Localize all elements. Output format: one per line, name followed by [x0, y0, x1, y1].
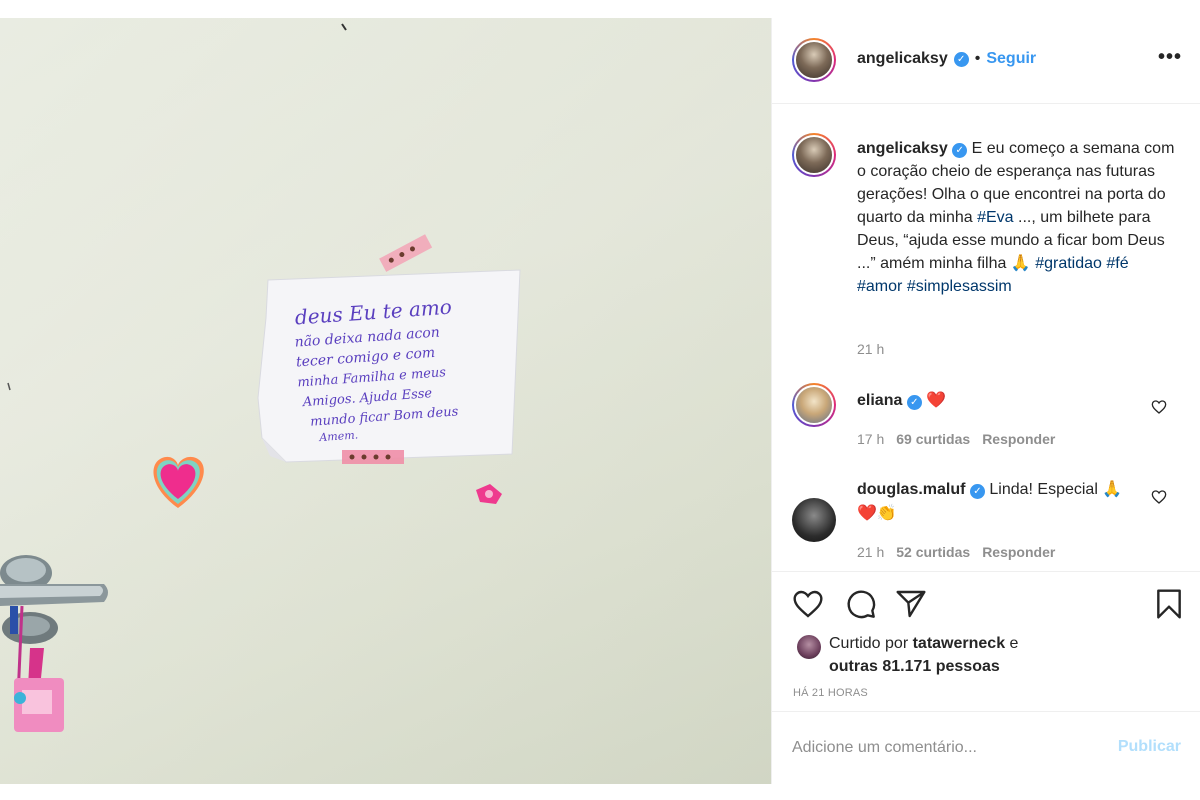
bookmark-icon[interactable]: [1153, 588, 1185, 620]
post-header: angelicaksy ✓ • Seguir •••: [772, 18, 1200, 104]
author-username[interactable]: angelicaksy: [857, 50, 948, 68]
liked-by-suffix: e: [1005, 635, 1019, 652]
liked-by-user[interactable]: tatawerneck: [913, 635, 1006, 652]
comment-username[interactable]: douglas.maluf: [857, 481, 965, 498]
tape-bottom: [342, 450, 404, 464]
comment-time: 21 h: [857, 544, 885, 560]
comments-section: angelicaksy ✓ E eu começo a semana com o…: [772, 105, 1200, 571]
hashtag-simplesassim[interactable]: #simplesassim: [907, 278, 1012, 295]
comment-username[interactable]: eliana: [857, 392, 902, 409]
reply-button[interactable]: Responder: [982, 431, 1055, 447]
comment-bubble-icon[interactable]: [845, 588, 877, 620]
post-caption: angelicaksy ✓ E eu começo a semana com o…: [857, 137, 1177, 298]
comment-like-icon[interactable]: [1151, 399, 1167, 415]
comment-likes[interactable]: 69 curtidas: [896, 431, 970, 447]
hashtag-amor[interactable]: #amor: [857, 278, 902, 295]
caption-time: 21 h: [857, 341, 885, 357]
comment-like-icon[interactable]: [1151, 489, 1167, 505]
commenter-avatar[interactable]: [792, 383, 836, 427]
caption-username[interactable]: angelicaksy: [857, 140, 948, 157]
note-line: Amem.: [318, 428, 359, 444]
share-paper-plane-icon[interactable]: [895, 588, 927, 620]
comment-meta: 17 h 69 curtidas Responder: [857, 431, 1055, 447]
follow-button[interactable]: Seguir: [986, 50, 1036, 68]
hashtag-eva[interactable]: #Eva: [977, 209, 1013, 226]
publish-button[interactable]: Publicar: [1118, 738, 1181, 756]
author-avatar[interactable]: [792, 38, 836, 82]
comment-item: eliana ✓ ❤️: [857, 389, 1127, 413]
reply-button[interactable]: Responder: [982, 544, 1055, 560]
like-heart-icon[interactable]: [792, 588, 824, 620]
post-side-panel: angelicaksy ✓ • Seguir ••• angelicaksy ✓…: [771, 18, 1200, 784]
verified-icon: ✓: [953, 51, 969, 67]
caption-avatar[interactable]: [792, 133, 836, 177]
comment-input[interactable]: [792, 736, 1102, 760]
more-options-icon[interactable]: •••: [1158, 46, 1182, 69]
comment-text: ❤️: [926, 392, 947, 409]
hashtag-fe[interactable]: #fé: [1106, 255, 1128, 272]
post-actions: Curtido por tatawerneck e outras 81.171 …: [772, 571, 1200, 711]
liked-by-avatar[interactable]: [797, 635, 821, 659]
door-illustration: deus Eu te amo não deixa nada acon tecer…: [0, 18, 771, 784]
separator-dot: •: [974, 50, 981, 67]
add-comment-bar: Publicar: [772, 711, 1200, 784]
verified-icon: ✓: [952, 143, 968, 158]
post-photo[interactable]: deus Eu te amo não deixa nada acon tecer…: [0, 18, 771, 784]
verified-icon: ✓: [906, 395, 922, 410]
liked-by-text: Curtido por tatawerneck e outras 81.171 …: [829, 632, 1018, 678]
likes-count[interactable]: outras 81.171 pessoas: [829, 658, 1000, 675]
comment-likes[interactable]: 52 curtidas: [896, 544, 970, 560]
comment-item: douglas.maluf ✓ Linda! Especial 🙏❤️👏: [857, 478, 1127, 526]
author-line: angelicaksy ✓ • Seguir: [857, 50, 1036, 68]
comment-meta: 21 h 52 curtidas Responder: [857, 544, 1055, 560]
comment-time: 17 h: [857, 431, 885, 447]
liked-by-prefix: Curtido por: [829, 635, 913, 652]
hashtag-gratidao[interactable]: #gratidao: [1035, 255, 1102, 272]
verified-icon: ✓: [969, 484, 985, 499]
commenter-avatar[interactable]: [792, 498, 836, 542]
posted-time[interactable]: HÁ 21 HORAS: [793, 687, 868, 699]
